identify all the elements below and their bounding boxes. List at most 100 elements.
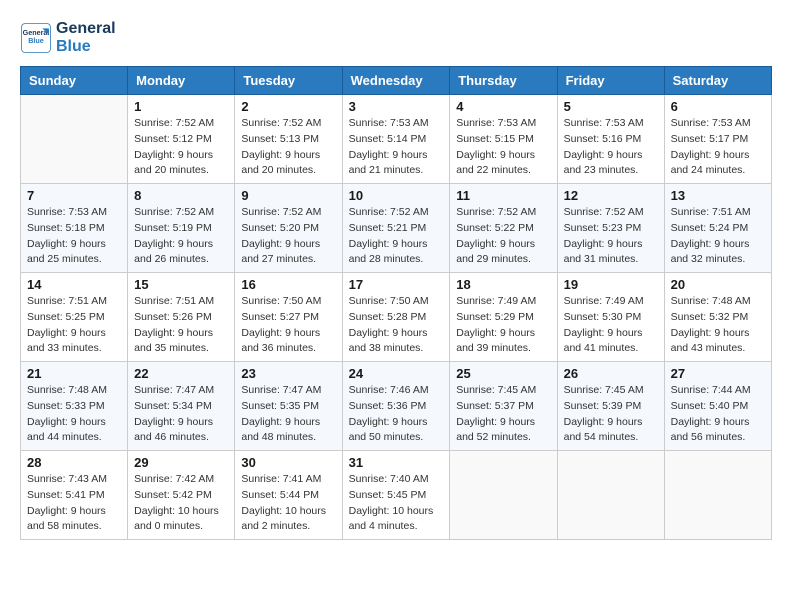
day-info: Sunrise: 7:52 AMSunset: 5:13 PMDaylight:… xyxy=(241,116,335,179)
calendar-cell xyxy=(664,451,771,540)
day-number: 23 xyxy=(241,366,335,381)
calendar-cell: 11Sunrise: 7:52 AMSunset: 5:22 PMDayligh… xyxy=(450,184,557,273)
day-info: Sunrise: 7:48 AMSunset: 5:32 PMDaylight:… xyxy=(671,294,765,357)
calendar-cell: 22 Sunrise: 7:47 AMSunset: 5:34 PMDayligh… xyxy=(128,362,235,451)
calendar-cell: 16 Sunrise: 7:50 AMSunset: 5:27 PMDayligh… xyxy=(235,273,342,362)
calendar-cell: 18 Sunrise: 7:49 AMSunset: 5:29 PMDayligh… xyxy=(450,273,557,362)
week-row-1: 1Sunrise: 7:52 AMSunset: 5:12 PMDaylight… xyxy=(21,95,772,184)
day-info: Sunrise: 7:50 AMSunset: 5:27 PMDaylight:… xyxy=(241,294,335,357)
column-header-wednesday: Wednesday xyxy=(342,67,450,95)
day-number: 15 xyxy=(134,277,228,292)
day-info: Sunrise: 7:53 AMSunset: 5:15 PMDaylight:… xyxy=(456,116,550,179)
column-header-thursday: Thursday xyxy=(450,67,557,95)
day-info: Sunrise: 7:41 AMSunset: 5:44 PMDaylight:… xyxy=(241,472,335,535)
calendar-cell: 15 Sunrise: 7:51 AMSunset: 5:26 PMDayligh… xyxy=(128,273,235,362)
day-number: 14 xyxy=(27,277,121,292)
day-number: 31 xyxy=(349,455,444,470)
calendar-cell: 12 Sunrise: 7:52 AMSunset: 5:23 PMDayligh… xyxy=(557,184,664,273)
day-info: Sunrise: 7:43 AMSunset: 5:41 PMDaylight:… xyxy=(27,472,121,535)
calendar-cell: 10Sunrise: 7:52 AMSunset: 5:21 PMDayligh… xyxy=(342,184,450,273)
calendar-cell: 7 Sunrise: 7:53 AMSunset: 5:18 PMDaylight… xyxy=(21,184,128,273)
day-info: Sunrise: 7:51 AMSunset: 5:26 PMDaylight:… xyxy=(134,294,228,357)
calendar-cell: 6Sunrise: 7:53 AMSunset: 5:17 PMDaylight… xyxy=(664,95,771,184)
header-row: SundayMondayTuesdayWednesdayThursdayFrid… xyxy=(21,67,772,95)
day-number: 12 xyxy=(564,188,658,203)
logo: General Blue General Blue xyxy=(20,20,116,56)
column-header-tuesday: Tuesday xyxy=(235,67,342,95)
calendar-cell: 19 Sunrise: 7:49 AMSunset: 5:30 PMDayligh… xyxy=(557,273,664,362)
day-number: 29 xyxy=(134,455,228,470)
column-header-saturday: Saturday xyxy=(664,67,771,95)
day-info: Sunrise: 7:42 AMSunset: 5:42 PMDaylight:… xyxy=(134,472,228,535)
day-info: Sunrise: 7:49 AMSunset: 5:30 PMDaylight:… xyxy=(564,294,658,357)
day-info: Sunrise: 7:45 AMSunset: 5:39 PMDaylight:… xyxy=(564,383,658,446)
day-info: Sunrise: 7:52 AMSunset: 5:21 PMDaylight:… xyxy=(349,205,444,268)
calendar-cell: 13Sunrise: 7:51 AMSunset: 5:24 PMDayligh… xyxy=(664,184,771,273)
calendar-cell: 26 Sunrise: 7:45 AMSunset: 5:39 PMDayligh… xyxy=(557,362,664,451)
week-row-5: 28 Sunrise: 7:43 AMSunset: 5:41 PMDayligh… xyxy=(21,451,772,540)
day-info: Sunrise: 7:47 AMSunset: 5:34 PMDaylight:… xyxy=(134,383,228,446)
day-number: 27 xyxy=(671,366,765,381)
svg-text:Blue: Blue xyxy=(28,36,44,45)
calendar-cell: 14 Sunrise: 7:51 AMSunset: 5:25 PMDayligh… xyxy=(21,273,128,362)
day-info: Sunrise: 7:50 AMSunset: 5:28 PMDaylight:… xyxy=(349,294,444,357)
column-header-friday: Friday xyxy=(557,67,664,95)
day-number: 6 xyxy=(671,99,765,114)
day-number: 30 xyxy=(241,455,335,470)
day-number: 25 xyxy=(456,366,550,381)
calendar-table: SundayMondayTuesdayWednesdayThursdayFrid… xyxy=(20,66,772,540)
day-number: 7 xyxy=(27,188,121,203)
day-info: Sunrise: 7:51 AMSunset: 5:24 PMDaylight:… xyxy=(671,205,765,268)
day-info: Sunrise: 7:40 AMSunset: 5:45 PMDaylight:… xyxy=(349,472,444,535)
calendar-cell: 29 Sunrise: 7:42 AMSunset: 5:42 PMDayligh… xyxy=(128,451,235,540)
calendar-cell xyxy=(21,95,128,184)
day-number: 22 xyxy=(134,366,228,381)
calendar-cell: 21 Sunrise: 7:48 AMSunset: 5:33 PMDayligh… xyxy=(21,362,128,451)
logo-text: General Blue xyxy=(56,20,116,56)
page-header: General Blue General Blue xyxy=(20,20,772,56)
day-info: Sunrise: 7:52 AMSunset: 5:23 PMDaylight:… xyxy=(564,205,658,268)
day-number: 11 xyxy=(456,188,550,203)
day-number: 8 xyxy=(134,188,228,203)
calendar-cell: 4Sunrise: 7:53 AMSunset: 5:15 PMDaylight… xyxy=(450,95,557,184)
day-number: 19 xyxy=(564,277,658,292)
calendar-cell: 23Sunrise: 7:47 AMSunset: 5:35 PMDayligh… xyxy=(235,362,342,451)
week-row-3: 14 Sunrise: 7:51 AMSunset: 5:25 PMDayligh… xyxy=(21,273,772,362)
day-number: 16 xyxy=(241,277,335,292)
calendar-cell: 5Sunrise: 7:53 AMSunset: 5:16 PMDaylight… xyxy=(557,95,664,184)
day-number: 28 xyxy=(27,455,121,470)
calendar-cell: 9 Sunrise: 7:52 AMSunset: 5:20 PMDaylight… xyxy=(235,184,342,273)
calendar-cell: 28 Sunrise: 7:43 AMSunset: 5:41 PMDayligh… xyxy=(21,451,128,540)
column-header-monday: Monday xyxy=(128,67,235,95)
day-number: 26 xyxy=(564,366,658,381)
day-info: Sunrise: 7:52 AMSunset: 5:20 PMDaylight:… xyxy=(241,205,335,268)
day-info: Sunrise: 7:53 AMSunset: 5:14 PMDaylight:… xyxy=(349,116,444,179)
calendar-cell xyxy=(450,451,557,540)
day-number: 3 xyxy=(349,99,444,114)
day-number: 24 xyxy=(349,366,444,381)
calendar-cell: 3 Sunrise: 7:53 AMSunset: 5:14 PMDaylight… xyxy=(342,95,450,184)
calendar-cell: 25Sunrise: 7:45 AMSunset: 5:37 PMDayligh… xyxy=(450,362,557,451)
day-info: Sunrise: 7:51 AMSunset: 5:25 PMDaylight:… xyxy=(27,294,121,357)
column-header-sunday: Sunday xyxy=(21,67,128,95)
day-number: 18 xyxy=(456,277,550,292)
day-info: Sunrise: 7:46 AMSunset: 5:36 PMDaylight:… xyxy=(349,383,444,446)
day-number: 9 xyxy=(241,188,335,203)
day-info: Sunrise: 7:52 AMSunset: 5:12 PMDaylight:… xyxy=(134,116,228,179)
day-info: Sunrise: 7:49 AMSunset: 5:29 PMDaylight:… xyxy=(456,294,550,357)
calendar-cell: 20 Sunrise: 7:48 AMSunset: 5:32 PMDayligh… xyxy=(664,273,771,362)
calendar-cell xyxy=(557,451,664,540)
day-number: 21 xyxy=(27,366,121,381)
day-number: 17 xyxy=(349,277,444,292)
day-info: Sunrise: 7:53 AMSunset: 5:18 PMDaylight:… xyxy=(27,205,121,268)
week-row-4: 21 Sunrise: 7:48 AMSunset: 5:33 PMDayligh… xyxy=(21,362,772,451)
calendar-cell: 2Sunrise: 7:52 AMSunset: 5:13 PMDaylight… xyxy=(235,95,342,184)
day-info: Sunrise: 7:52 AMSunset: 5:19 PMDaylight:… xyxy=(134,205,228,268)
calendar-cell: 17 Sunrise: 7:50 AMSunset: 5:28 PMDayligh… xyxy=(342,273,450,362)
calendar-cell: 24 Sunrise: 7:46 AMSunset: 5:36 PMDayligh… xyxy=(342,362,450,451)
day-info: Sunrise: 7:48 AMSunset: 5:33 PMDaylight:… xyxy=(27,383,121,446)
calendar-cell: 1Sunrise: 7:52 AMSunset: 5:12 PMDaylight… xyxy=(128,95,235,184)
calendar-cell: 27 Sunrise: 7:44 AMSunset: 5:40 PMDayligh… xyxy=(664,362,771,451)
day-number: 20 xyxy=(671,277,765,292)
day-info: Sunrise: 7:44 AMSunset: 5:40 PMDaylight:… xyxy=(671,383,765,446)
